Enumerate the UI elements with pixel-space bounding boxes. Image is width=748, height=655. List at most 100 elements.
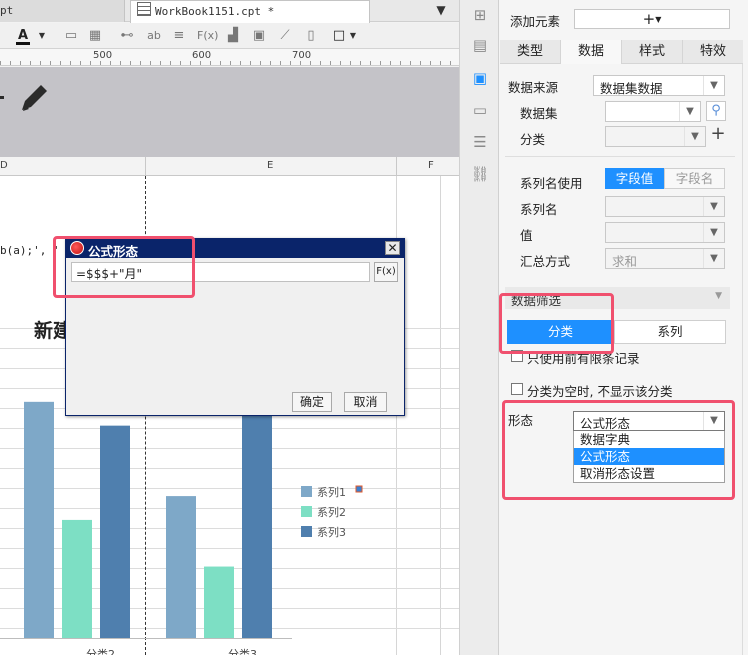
tab-style[interactable]: 样式 [622,40,682,63]
chart-icon[interactable]: ▟ [224,27,242,45]
tab-data[interactable]: 数据 [560,40,622,64]
bar-2-2[interactable] [204,566,234,638]
filter-tab-category[interactable]: 分类 [507,320,614,344]
col-header-d[interactable]: D [0,160,8,171]
tab-effect[interactable]: 特效 [682,40,743,63]
bar-1-1[interactable] [24,401,54,638]
link-icon[interactable]: ⊷ [118,27,136,45]
col-header-f[interactable]: F [428,160,434,171]
category-label: 分类2 [86,647,115,655]
image-icon[interactable]: ▣ [250,27,268,45]
field-value-button[interactable]: 字段值 [605,168,664,189]
formula-icon[interactable]: F(x) [197,27,218,45]
tab-workbook[interactable]: WorkBook1151.cpt * [130,0,370,23]
category-label: 分类3 [228,647,257,655]
border-icon[interactable]: ▭ [62,27,80,45]
chevron-down-icon: ▼ [684,127,705,146]
category-select[interactable]: ▼ [605,126,706,147]
shape-option-dictionary[interactable]: 数据字典 [574,431,724,448]
shape-select[interactable]: 公式形态 ▼ [573,411,725,431]
canvas-gray-area [0,67,459,157]
tab-pt[interactable]: pt [0,0,125,22]
chevron-down-icon: ▼ [703,249,724,268]
edit-pencil-icon[interactable] [16,80,52,116]
dataset-label: 数据集 [520,106,558,121]
ruler-tick-500: 500 [93,50,113,61]
legend-label: 系列3 [317,525,346,539]
fx-label: F(x) [376,266,396,277]
table-icon[interactable]: ▦ [86,27,104,45]
column-header [0,157,459,176]
widget-icon[interactable]: ▭ [470,100,490,120]
pencil-dash [0,96,4,99]
font-color-bar [16,42,30,45]
tab-label: pt [0,4,14,17]
series-name-label: 系列名 [520,202,558,217]
legend-swatch [301,526,312,537]
dropdown-arrow-icon[interactable]: ▼ [33,27,51,45]
formula-text: =$$$+"月" [76,267,143,281]
formula-editor-button[interactable]: F(x) [374,262,398,282]
col-divider [145,157,146,176]
hide-empty-checkbox[interactable] [511,383,523,395]
field-name-button[interactable]: 字段名 [664,168,725,189]
tab-menu-icon[interactable]: ▼ [432,3,450,19]
cell-attr-icon[interactable]: ⊞ [470,5,490,25]
data-source-value: 数据集数据 [600,81,663,96]
dataset-select[interactable]: ▼ [605,101,701,122]
bar-1-2[interactable] [166,496,196,638]
shape-option-cancel[interactable]: 取消形态设置 [574,465,724,482]
cell-element-icon[interactable]: ▤ [470,35,490,55]
frame-dropdown-icon[interactable]: ▼ [344,27,362,45]
tab-label: 系列 [657,324,683,339]
summary-label: 汇总方式 [520,254,571,269]
shape-option-formula[interactable]: 公式形态 [574,448,724,465]
data-filter-header[interactable]: 数据筛选 ▼ [505,287,730,309]
ruler [0,49,459,66]
add-element-label: 添加元素 [510,14,561,29]
button-label: 字段名 [675,171,714,186]
formula-input[interactable]: =$$$+"月" [71,262,370,282]
data-filter-label: 数据筛选 [511,293,562,308]
add-element-button[interactable]: +▼ [574,9,730,29]
legend-marker-icon [355,485,363,493]
add-category-icon[interactable]: + [709,124,727,144]
dataset-search-icon[interactable]: ⚲ [706,101,726,121]
bar-2-1[interactable] [62,519,92,638]
limited-records-checkbox[interactable] [511,350,523,362]
data-source-select[interactable]: 数据集数据 ▼ [593,75,725,96]
condition-icon[interactable]: ☰ [470,132,490,152]
chevron-down-icon: ▼ [679,102,700,121]
chevron-down-icon: ▼ [703,76,724,95]
series-name-select[interactable]: ▼ [605,196,725,217]
col-header-e[interactable]: E [267,160,273,171]
ruler-tick-700: 700 [292,50,312,61]
tab-label: 样式 [638,44,665,59]
category-label: 分类 [520,132,546,147]
button-label: 字段值 [615,171,654,186]
chevron-down-icon: ▼ [703,223,724,242]
hyperlink-icon[interactable]: ⛓ [470,164,490,184]
doc-icon[interactable]: ▯ [302,27,320,45]
dialog-ok-button[interactable]: 确定 [292,392,332,412]
tab-type[interactable]: 类型 [500,40,560,63]
dialog-cancel-button[interactable]: 取消 [344,392,387,412]
chart-attr-icon[interactable]: ▣ [470,68,490,88]
panel-divider [742,64,743,655]
bar-3-1[interactable] [100,425,130,638]
tab-label: WorkBook1151.cpt * [155,5,275,18]
align-icon[interactable]: ≡ [170,27,188,45]
filter-tab-series[interactable]: 系列 [614,320,726,344]
summary-select[interactable]: 求和 ▼ [605,248,725,269]
legend-swatch [301,486,312,497]
legend-label: 系列2 [317,505,346,519]
text-icon[interactable]: ab [145,27,163,45]
bar-3-2[interactable] [242,413,272,638]
limited-records-label: 只使用前有限条记录 [527,351,640,366]
value-select[interactable]: ▼ [605,222,725,243]
chevron-down-icon: ▼ [703,412,724,430]
bar-chart[interactable]: 分类2 分类3 系列1 系列2 系列3 [0,380,459,655]
value-label: 值 [520,228,533,243]
slash-icon[interactable]: ⟋ [276,27,294,45]
dialog-close-icon[interactable]: ✕ [385,241,400,255]
